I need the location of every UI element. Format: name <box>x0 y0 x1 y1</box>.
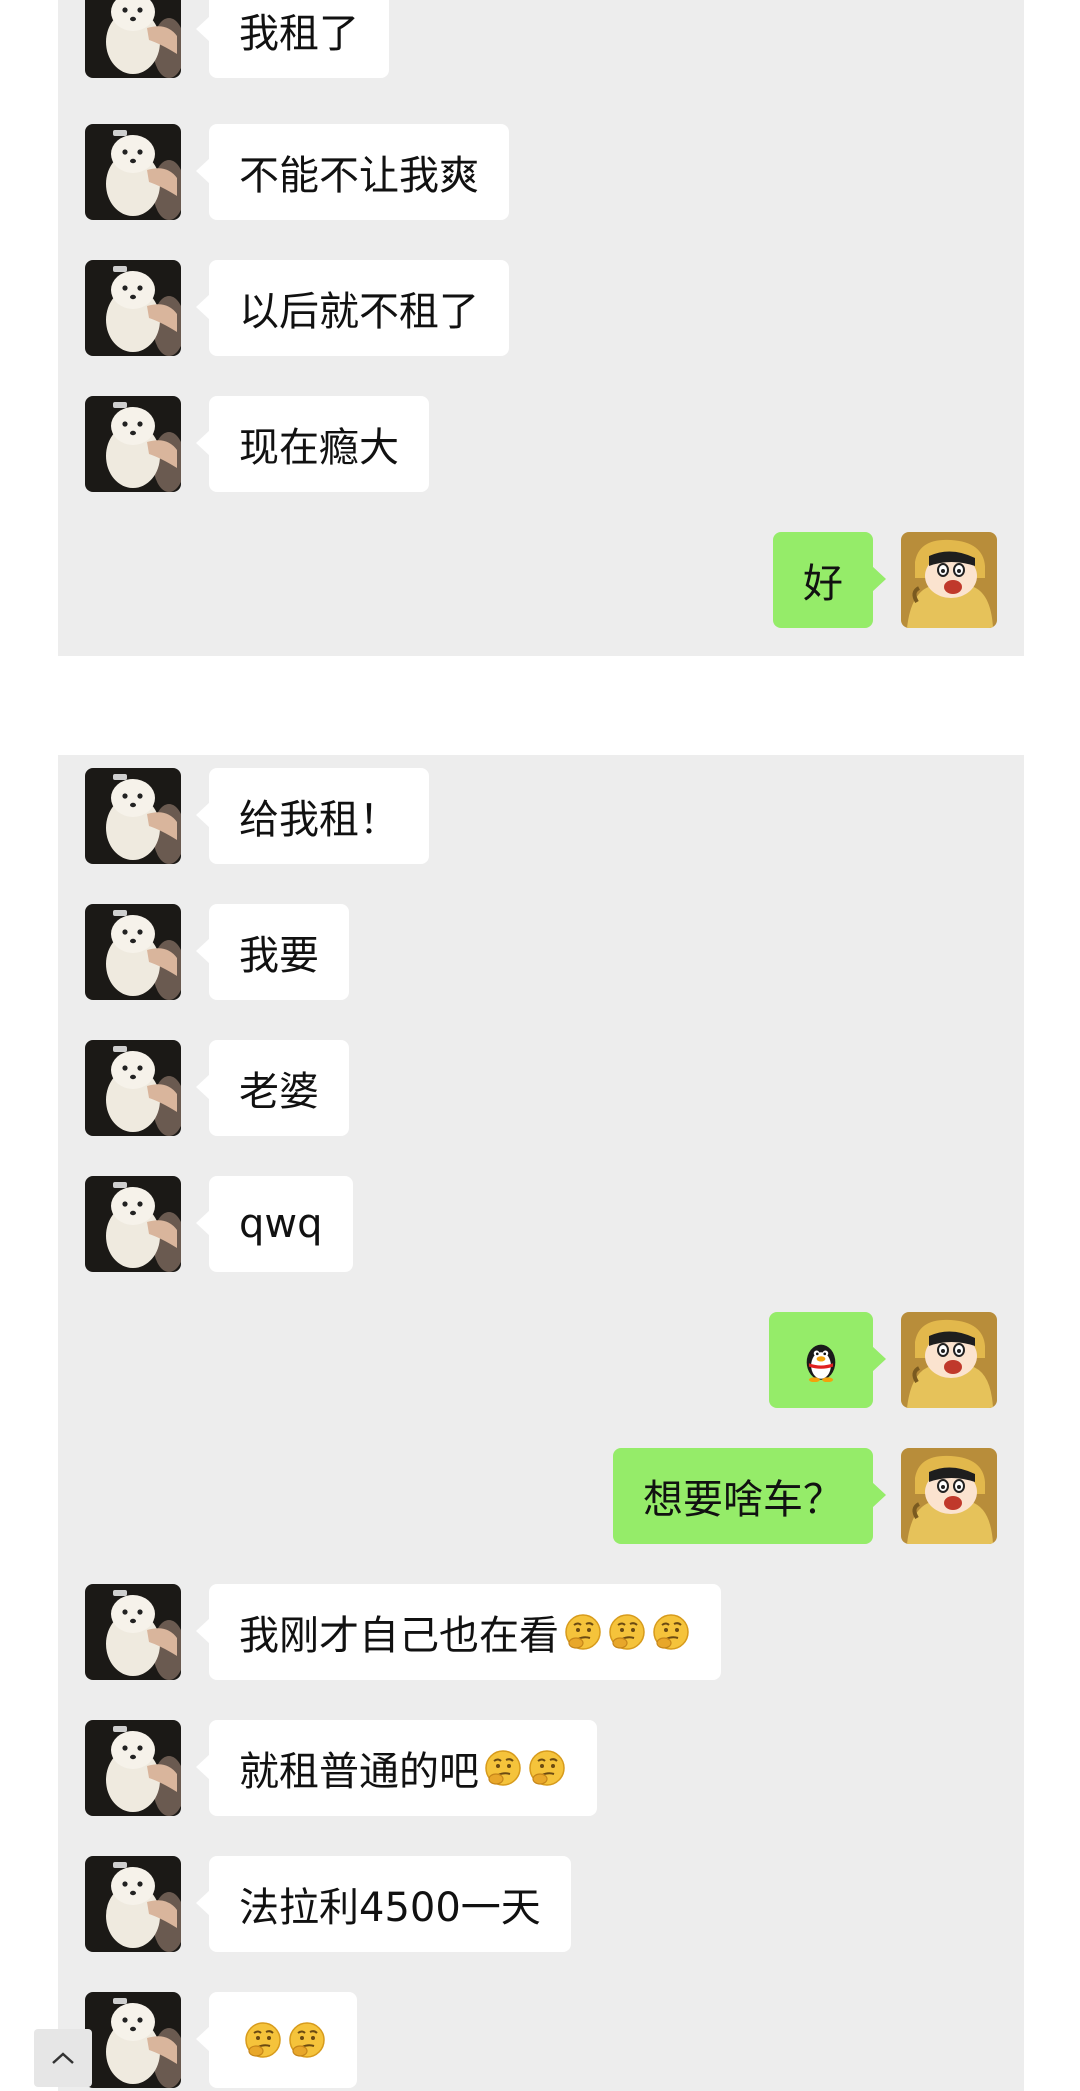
message-row: 就租普通的吧 <box>58 1720 1024 1816</box>
message-text: 老婆 <box>239 1069 319 1115</box>
message-bubble: 现在瘾大 <box>196 396 429 492</box>
message-bubble: 法拉利4500一天 <box>196 1856 571 1952</box>
message-text: 我刚才自己也在看 <box>239 1613 559 1659</box>
message-text: 不能不让我爽 <box>239 153 479 199</box>
white-puppy-avatar[interactable] <box>85 768 181 864</box>
message-row: 老婆 <box>58 1040 1024 1136</box>
message-bubble: 给我租！ <box>196 768 429 864</box>
white-puppy-avatar[interactable] <box>85 1176 181 1272</box>
thinking-emoji-icon <box>651 1612 691 1652</box>
message-bubble: 想要啥车？ <box>613 1448 886 1544</box>
message-text: 现在瘾大 <box>239 425 399 471</box>
message-row: 好 <box>58 532 1024 628</box>
message-bubble: 好 <box>773 532 886 628</box>
crayon-shinchan-avatar[interactable] <box>901 1312 997 1408</box>
white-puppy-avatar[interactable] <box>85 1584 181 1680</box>
message-row: 想要啥车？ <box>58 1448 1024 1544</box>
message-bubble: 我要 <box>196 904 349 1000</box>
message-bubble <box>196 1992 357 2088</box>
message-row <box>58 1312 1024 1408</box>
thinking-emoji-icon <box>563 1612 603 1652</box>
thinking-emoji-icon <box>287 2020 327 2060</box>
message-text: 我要 <box>239 933 319 979</box>
message-row: qwq <box>58 1176 1024 1272</box>
penguin-emoji-icon <box>799 1338 843 1382</box>
white-puppy-avatar[interactable] <box>85 1992 181 2088</box>
chat-screenshot-2: 给我租！ 我要 老婆 qwq 想要啥车？ 我刚才自己也在看 就租普通的吧 法拉利… <box>58 755 1024 2091</box>
message-row: 法拉利4500一天 <box>58 1856 1024 1952</box>
message-text: 就租普通的吧 <box>239 1749 479 1795</box>
crayon-shinchan-avatar[interactable] <box>901 532 997 628</box>
white-puppy-avatar[interactable] <box>85 904 181 1000</box>
message-bubble: 我租了 <box>196 0 389 78</box>
message-text: 想要啥车？ <box>643 1477 843 1523</box>
message-row: 现在瘾大 <box>58 396 1024 492</box>
white-puppy-avatar[interactable] <box>85 1040 181 1136</box>
message-row: 我要 <box>58 904 1024 1000</box>
message-bubble: 我刚才自己也在看 <box>196 1584 721 1680</box>
message-bubble: 以后就不租了 <box>196 260 509 356</box>
message-bubble: qwq <box>196 1176 353 1272</box>
message-text: qwq <box>239 1201 323 1247</box>
message-text: 我租了 <box>239 11 359 57</box>
chat-screenshot-1: 我租了 不能不让我爽 以后就不租了 现在瘾大 好 <box>58 0 1024 656</box>
crayon-shinchan-avatar[interactable] <box>901 1448 997 1544</box>
message-bubble: 不能不让我爽 <box>196 124 509 220</box>
white-puppy-avatar[interactable] <box>85 260 181 356</box>
message-bubble: 老婆 <box>196 1040 349 1136</box>
message-text: 以后就不租了 <box>239 289 479 335</box>
scroll-to-top-button[interactable] <box>34 2029 92 2087</box>
message-row: 我租了 <box>58 0 1024 78</box>
message-bubble <box>769 1312 886 1408</box>
message-row: 以后就不租了 <box>58 260 1024 356</box>
message-row <box>58 1992 1024 2088</box>
message-text: 给我租！ <box>239 797 399 843</box>
white-puppy-avatar[interactable] <box>85 1856 181 1952</box>
white-puppy-avatar[interactable] <box>85 0 181 78</box>
thinking-emoji-icon <box>483 1748 523 1788</box>
message-bubble: 就租普通的吧 <box>196 1720 597 1816</box>
thinking-emoji-icon <box>607 1612 647 1652</box>
message-text: 法拉利4500一天 <box>239 1885 541 1931</box>
message-row: 给我租！ <box>58 768 1024 864</box>
message-row: 不能不让我爽 <box>58 124 1024 220</box>
thinking-emoji-icon <box>527 1748 567 1788</box>
white-puppy-avatar[interactable] <box>85 124 181 220</box>
thinking-emoji-icon <box>243 2020 283 2060</box>
white-puppy-avatar[interactable] <box>85 1720 181 1816</box>
chevron-up-icon <box>52 2052 74 2064</box>
message-row: 我刚才自己也在看 <box>58 1584 1024 1680</box>
message-text: 好 <box>803 561 843 607</box>
white-puppy-avatar[interactable] <box>85 396 181 492</box>
